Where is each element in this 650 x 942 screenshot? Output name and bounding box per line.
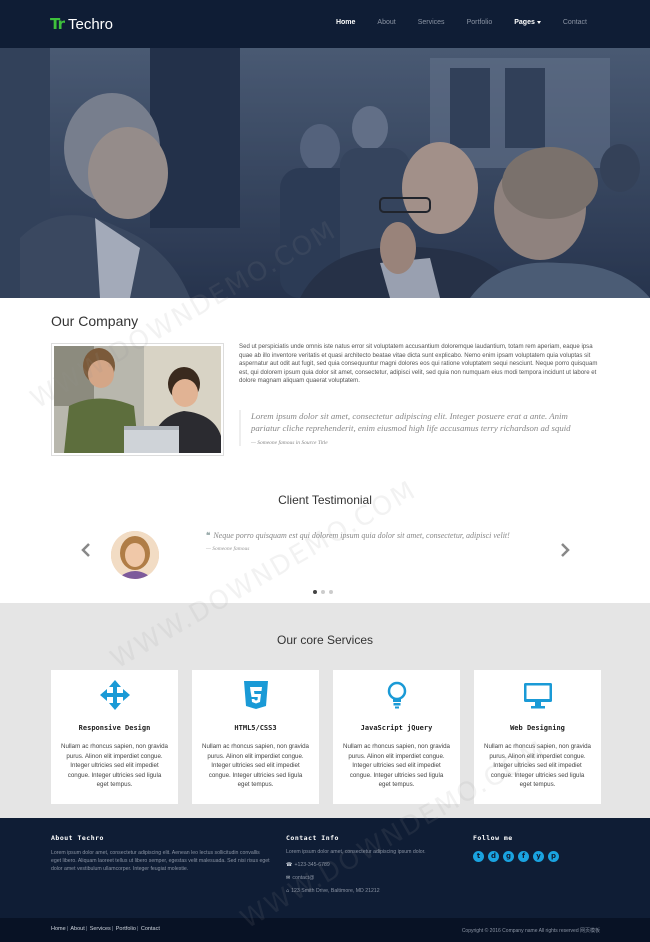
caret-down-icon [536,20,541,24]
nav-home[interactable]: Home [336,19,355,26]
footer-link-portfolio[interactable]: Portfolio [116,926,136,932]
top-navbar: Tr Techro Home About Services Portfolio … [0,0,650,48]
service-description: Nullam ac rhoncus sapien, non gravida pu… [202,743,309,788]
service-description: Nullam ac rhoncus sapien, non gravida pu… [484,743,591,788]
carousel-next-icon[interactable] [559,543,571,557]
envelope-icon: ✉ [286,875,291,881]
service-card-html5: HTML5/CSS3 Nullam ac rhoncus sapien, non… [192,670,319,804]
testimonial-source: — Someone famous [206,546,250,552]
footer: About Techro Lorem ipsum dolor amet, con… [0,818,650,918]
link-separator: | [85,926,88,932]
team-working-image [54,346,221,453]
service-card-responsive: Responsive Design Nullam ac rhoncus sapi… [51,670,178,804]
main-menu: Home About Services Portfolio Pages Cont… [314,19,587,26]
footer-email-value: contact@ [292,875,315,881]
brand-mark: Tr [50,15,65,33]
brand-name: Techro [67,15,114,33]
blockquote-source: — Someone famous in Source Title [251,440,328,446]
testimonial-section-title: Client Testimonial [278,493,372,507]
service-card-web-design: Web Designing Nullam ac rhoncus sapien, … [474,670,601,804]
hero-banner [0,48,650,298]
twitter-icon[interactable]: t [473,851,484,862]
carousel-prev-icon[interactable] [80,543,92,557]
footer-follow: Follow me t d g f y p [473,834,603,862]
link-separator: | [66,926,69,932]
footer-phone: ☎ +123-345-6789 [286,862,456,868]
footer-email[interactable]: ✉ contact@ [286,875,456,881]
services-section: Our core Services Responsive Design Null… [0,603,650,818]
service-card-javascript: JavaScript jQuery Nullam ac rhoncus sapi… [333,670,460,804]
hero-business-people-image [0,48,650,298]
phone-icon: ☎ [286,862,293,868]
footer-links: Home| About| Services| Portfolio| Contac… [51,926,160,932]
client-avatar [111,531,159,579]
carousel-dot-3[interactable] [329,590,333,594]
pinterest-icon[interactable]: p [548,851,559,862]
blockquote-text: Lorem ipsum dolor sit amet, consectetur … [251,411,571,433]
lightbulb-icon [382,680,412,710]
company-blockquote: Lorem ipsum dolor sit amet, consectetur … [239,410,599,446]
nav-services[interactable]: Services [418,19,445,26]
nav-pages-dropdown[interactable]: Pages [514,19,541,26]
map-marker-icon: ⌂ [286,888,290,894]
testimonial-quote: ❝ Neque porro quisquam est qui dolorem ip… [206,531,586,552]
services-section-title: Our core Services [276,633,374,647]
footer-contact-text: Lorem ipsum dolor amet, consectetur adip… [286,849,426,855]
footer-address: ⌂ 123 Smith Drive, Baltimore, MD 21212 [286,888,456,894]
footer-address-value: 123 Smith Drive, Baltimore, MD 21212 [291,888,380,894]
company-description: Sed ut perspiciatis unde omnis iste natu… [239,343,598,385]
arrows-move-icon [100,680,130,710]
footer-contact: Contact Info Lorem ipsum dolor amet, con… [286,834,456,894]
footer-about-title: About Techro [51,834,104,842]
footer-about-text: Lorem ipsum dolor amet, consectetur adip… [51,850,270,872]
nav-contact[interactable]: Contact [563,19,587,26]
monitor-icon [523,680,553,710]
css3-icon [241,680,271,710]
service-title: JavaScript jQuery [360,724,433,732]
link-separator: | [136,926,139,932]
social-links: t d g f y p [473,851,603,862]
copyright-text: Copyright © 2016 Company name All rights… [461,928,600,934]
carousel-dot-1[interactable] [313,590,317,594]
nav-portfolio[interactable]: Portfolio [467,19,493,26]
footer-link-contact[interactable]: Contact [141,926,160,932]
service-title: HTML5/CSS3 [234,724,277,732]
carousel-indicators [313,590,333,594]
service-title: Web Designing [510,724,565,732]
service-title: Responsive Design [78,724,151,732]
nav-pages-label: Pages [514,19,535,26]
youtube-icon[interactable]: y [533,851,544,862]
company-photo [51,343,224,456]
service-description: Nullam ac rhoncus sapien, non gravida pu… [61,743,168,788]
footer-link-services[interactable]: Services [90,926,111,932]
facebook-icon[interactable]: f [518,851,529,862]
carousel-dot-2[interactable] [321,590,325,594]
link-separator: | [111,926,114,932]
dribbble-icon[interactable]: d [488,851,499,862]
bottom-bar: Home| About| Services| Portfolio| Contac… [0,918,650,942]
nav-about[interactable]: About [377,19,395,26]
github-icon[interactable]: g [503,851,514,862]
company-section-title: Our Company [51,313,139,329]
footer-about: About Techro Lorem ipsum dolor amet, con… [51,834,271,873]
brand-logo[interactable]: Tr Techro [50,15,113,33]
footer-contact-title: Contact Info [286,834,339,842]
footer-phone-value: +123-345-6789 [294,862,330,868]
footer-follow-title: Follow me [473,834,513,842]
footer-link-home[interactable]: Home [51,926,66,932]
quote-left-icon: ❝ [206,531,211,540]
footer-link-about[interactable]: About [70,926,84,932]
testimonial-text: Neque porro quisquam est qui dolorem ips… [213,531,510,540]
service-description: Nullam ac rhoncus sapien, non gravida pu… [343,743,450,788]
